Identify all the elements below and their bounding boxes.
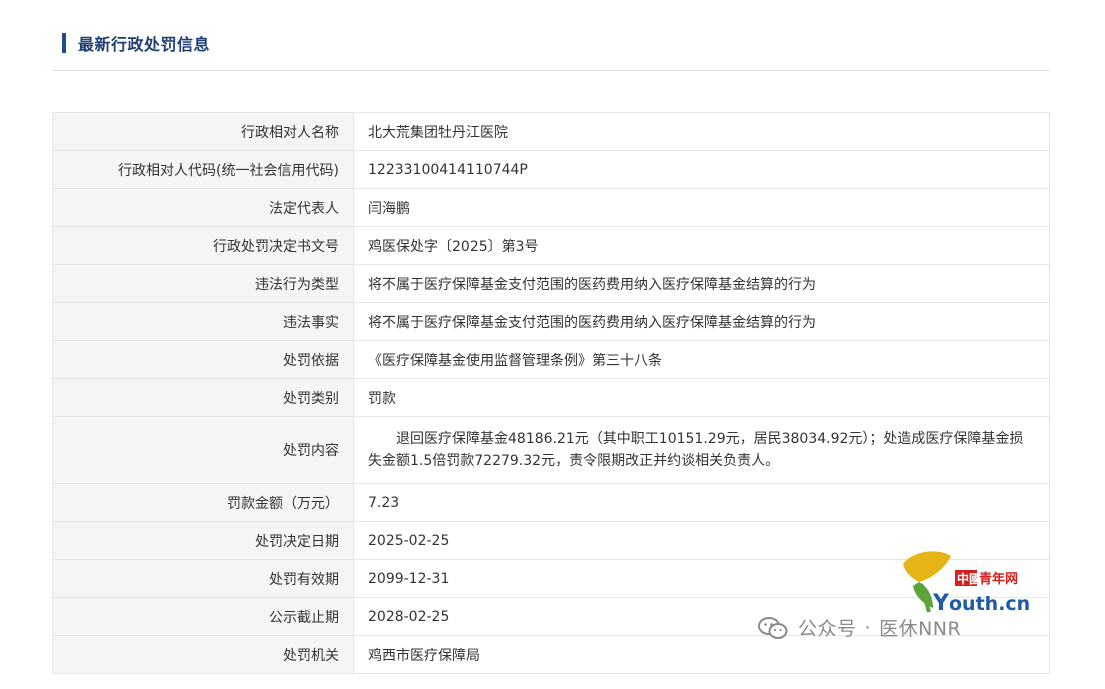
table-row: 违法事实 将不属于医疗保障基金支付范围的医药费用纳入医疗保障基金结算的行为	[52, 302, 1050, 341]
row-value: 《医疗保障基金使用监督管理条例》第三十八条	[353, 340, 1050, 379]
logo-leaf-gold	[903, 551, 951, 582]
wechat-icon	[758, 616, 788, 639]
row-label: 处罚机关	[52, 635, 354, 674]
row-value: 7.23	[353, 483, 1050, 522]
youth-cn-logo: 中國 青年网 Y outh.cn	[903, 551, 1030, 616]
row-label: 行政相对人名称	[52, 112, 354, 151]
table-row: 行政相对人名称 北大荒集团牡丹江医院	[52, 112, 1050, 151]
row-value: 退回医疗保障基金48186.21元（其中职工10151.29元，居民38034.…	[353, 416, 1050, 484]
row-label: 公示截止期	[52, 597, 354, 636]
header-divider	[52, 70, 1050, 71]
row-value: 将不属于医疗保障基金支付范围的医药费用纳入医疗保障基金结算的行为	[353, 264, 1050, 303]
watermark-account-prefix: 公众号	[798, 618, 857, 640]
watermark-separator: ·	[864, 616, 872, 639]
row-value: 北大荒集团牡丹江医院	[353, 112, 1050, 151]
row-label: 处罚类别	[52, 378, 354, 417]
row-label: 违法行为类型	[52, 264, 354, 303]
row-value: 鸡医保处字〔2025〕第3号	[353, 226, 1050, 265]
watermark-account-name: 医休NNR	[879, 618, 962, 640]
row-label: 行政相对人代码(统一社会信用代码)	[52, 150, 354, 189]
row-label: 法定代表人	[52, 188, 354, 227]
table-row: 行政相对人代码(统一社会信用代码) 12233100414110744P	[52, 150, 1050, 189]
row-label: 处罚内容	[52, 416, 354, 484]
table-row: 法定代表人 闫海鹏	[52, 188, 1050, 227]
table-row: 处罚类别 罚款	[52, 378, 1050, 417]
row-value: 将不属于医疗保障基金支付范围的医药费用纳入医疗保障基金结算的行为	[353, 302, 1050, 341]
table-row: 处罚依据 《医疗保障基金使用监督管理条例》第三十八条	[52, 340, 1050, 379]
row-value: 鸡西市医疗保障局	[353, 635, 1050, 674]
table-row: 罚款金额（万元） 7.23	[52, 483, 1050, 522]
table-row: 处罚内容 退回医疗保障基金48186.21元（其中职工10151.29元，居民3…	[52, 416, 1050, 484]
table-row: 违法行为类型 将不属于医疗保障基金支付范围的医药费用纳入医疗保障基金结算的行为	[52, 264, 1050, 303]
row-label: 处罚依据	[52, 340, 354, 379]
wechat-account-watermark: 公众号 · 医休NNR	[758, 614, 961, 641]
logo-text-cn: 中國	[957, 571, 981, 586]
table-row: 行政处罚决定书文号 鸡医保处字〔2025〕第3号	[52, 226, 1050, 265]
logo-text-cn-2: 青年网	[979, 571, 1018, 587]
row-label: 行政处罚决定书文号	[52, 226, 354, 265]
row-label: 违法事实	[52, 302, 354, 341]
row-value: 闫海鹏	[353, 188, 1050, 227]
row-value: 罚款	[353, 378, 1050, 417]
logo-letter-y: Y	[932, 591, 950, 616]
section-title: 最新行政处罚信息	[78, 35, 211, 54]
row-value: 12233100414110744P	[353, 150, 1050, 189]
page: 最新行政处罚信息 行政相对人名称 北大荒集团牡丹江医院 行政相对人代码(统一社会…	[0, 0, 1105, 689]
section-header: 最新行政处罚信息	[62, 30, 210, 56]
logo-text-domain: outh.cn	[949, 593, 1030, 615]
row-label: 处罚有效期	[52, 559, 354, 598]
row-label: 处罚决定日期	[52, 521, 354, 560]
table-row: 处罚机关 鸡西市医疗保障局	[52, 635, 1050, 674]
row-label: 罚款金额（万元）	[52, 483, 354, 522]
section-accent-bar	[62, 33, 66, 53]
